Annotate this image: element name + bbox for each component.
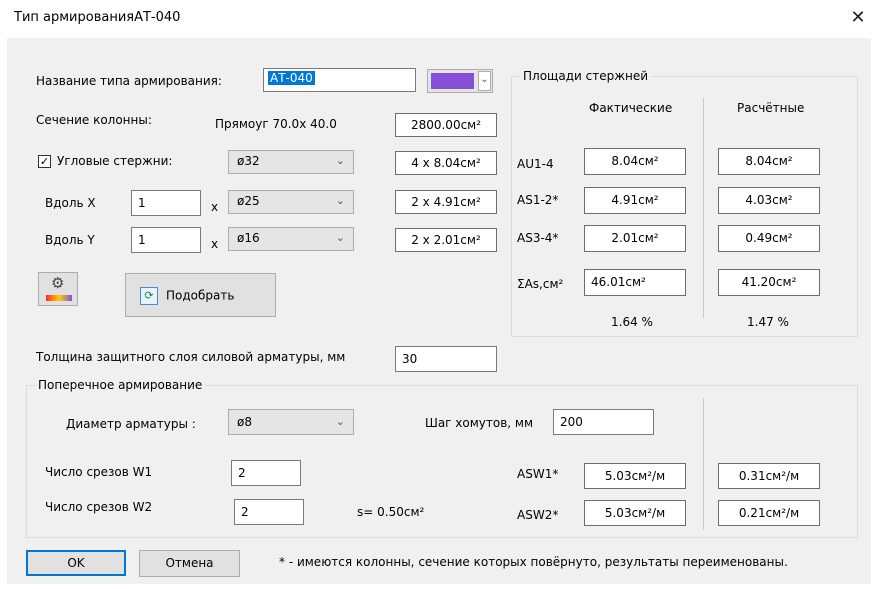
transverse-group-title: Поперечное армирование [35, 378, 206, 392]
areas-divider [703, 98, 704, 318]
along-y-times: x [211, 237, 219, 251]
cancel-button[interactable]: Отмена [139, 550, 240, 577]
section-label: Сечение колонны: [36, 113, 152, 127]
area-row-label: AS1-2* [517, 193, 559, 207]
along-x-count-input[interactable]: 1 [131, 190, 201, 216]
asw1-required: 0.31см²/м [718, 463, 820, 489]
cover-label: Толщина защитного слоя силовой арматуры,… [36, 350, 346, 364]
step-input[interactable]: 200 [553, 409, 654, 435]
area-row-label: AS3-4* [517, 231, 559, 245]
section-area: 2800.00см² [395, 113, 497, 137]
s-value: s= 0.50см² [357, 505, 425, 519]
cuts1-label: Число срезов W1 [45, 465, 153, 479]
diameter-value: ø8 [237, 415, 252, 429]
gradient-icon [46, 295, 72, 301]
corner-diameter-select[interactable]: ø32 ⌄ [228, 150, 354, 174]
footnote: * - имеются колонны, сечение которых пов… [279, 555, 788, 569]
type-name-value: АТ-040 [268, 71, 315, 85]
along-y-count-input[interactable]: 1 [131, 227, 201, 253]
chevron-down-icon: ⌄ [335, 154, 345, 167]
chevron-down-icon[interactable]: ⌄ [478, 71, 491, 91]
gear-icon: ⚙ [51, 274, 65, 292]
chevron-down-icon: ⌄ [335, 194, 345, 207]
areas-group-title: Площади стержней [520, 69, 652, 83]
along-y-label: Вдоль Y [45, 233, 95, 247]
cuts2-label: Число срезов W2 [45, 500, 153, 514]
area-row-actual: 46.01см² [584, 269, 686, 296]
asw2-actual: 5.03см²/м [584, 500, 686, 526]
window-title: Тип армированияАТ-040 [14, 10, 181, 25]
color-picker[interactable]: ⌄ [427, 69, 493, 93]
refresh-icon: ⟳ [140, 286, 158, 305]
corner-area: 4 x 8.04см² [395, 151, 497, 175]
along-x-diameter-select[interactable]: ø25 ⌄ [228, 190, 354, 214]
area-row-required: 4.03см² [718, 187, 820, 214]
type-name-input[interactable]: АТ-040 [263, 68, 416, 92]
transverse-divider [703, 398, 704, 530]
cuts1-input[interactable]: 2 [231, 460, 301, 486]
type-name-label: Название типа армирования: [36, 74, 222, 88]
area-row-actual: 2.01см² [584, 225, 686, 252]
percent-actual: 1.64 % [611, 315, 653, 329]
along-y-diameter-select[interactable]: ø16 ⌄ [228, 227, 354, 251]
ok-button[interactable]: OK [26, 550, 126, 576]
step-label: Шаг хомутов, мм [425, 416, 534, 430]
area-row-label: AU1-4 [517, 157, 554, 171]
diameter-select[interactable]: ø8 ⌄ [228, 409, 354, 435]
area-row-label: ΣAs,см² [517, 277, 564, 291]
area-row-actual: 8.04см² [584, 148, 686, 175]
cover-input[interactable]: 30 [395, 346, 497, 372]
along-x-label: Вдоль X [45, 196, 96, 210]
along-x-times: x [211, 200, 219, 214]
along-x-area: 2 x 4.91см² [395, 190, 497, 214]
color-swatch [431, 73, 474, 89]
corner-diameter-value: ø32 [237, 154, 260, 168]
chevron-down-icon: ⌄ [335, 231, 345, 244]
percent-required: 1.47 % [747, 315, 789, 329]
along-x-diameter-value: ø25 [237, 194, 260, 208]
col-required-header: Расчётные [737, 101, 805, 115]
corner-bars-checkbox[interactable]: ✓ [38, 155, 51, 168]
chevron-down-icon: ⌄ [335, 415, 345, 428]
area-row-actual: 4.91см² [584, 187, 686, 214]
area-row-required: 0.49см² [718, 225, 820, 252]
asw1-label: ASW1* [517, 467, 559, 481]
section-value: Прямоуг 70.0x 40.0 [215, 117, 337, 131]
settings-button[interactable]: ⚙ [38, 272, 78, 306]
asw2-label: ASW2* [517, 508, 559, 522]
along-y-area: 2 x 2.01см² [395, 228, 497, 252]
area-row-required: 41.20см² [718, 269, 820, 296]
corner-bars-label: Угловые стержни: [57, 154, 173, 168]
along-y-diameter-value: ø16 [237, 231, 260, 245]
col-actual-header: Фактические [589, 101, 673, 115]
select-button[interactable]: ⟳ Подобрать [125, 273, 276, 317]
asw1-actual: 5.03см²/м [584, 463, 686, 489]
asw2-required: 0.21см²/м [718, 500, 820, 526]
area-row-required: 8.04см² [718, 148, 820, 175]
diameter-label: Диаметр арматуры : [66, 417, 196, 431]
select-button-label: Подобрать [166, 288, 235, 303]
cuts2-input[interactable]: 2 [234, 499, 304, 525]
close-icon[interactable]: ✕ [846, 6, 870, 30]
